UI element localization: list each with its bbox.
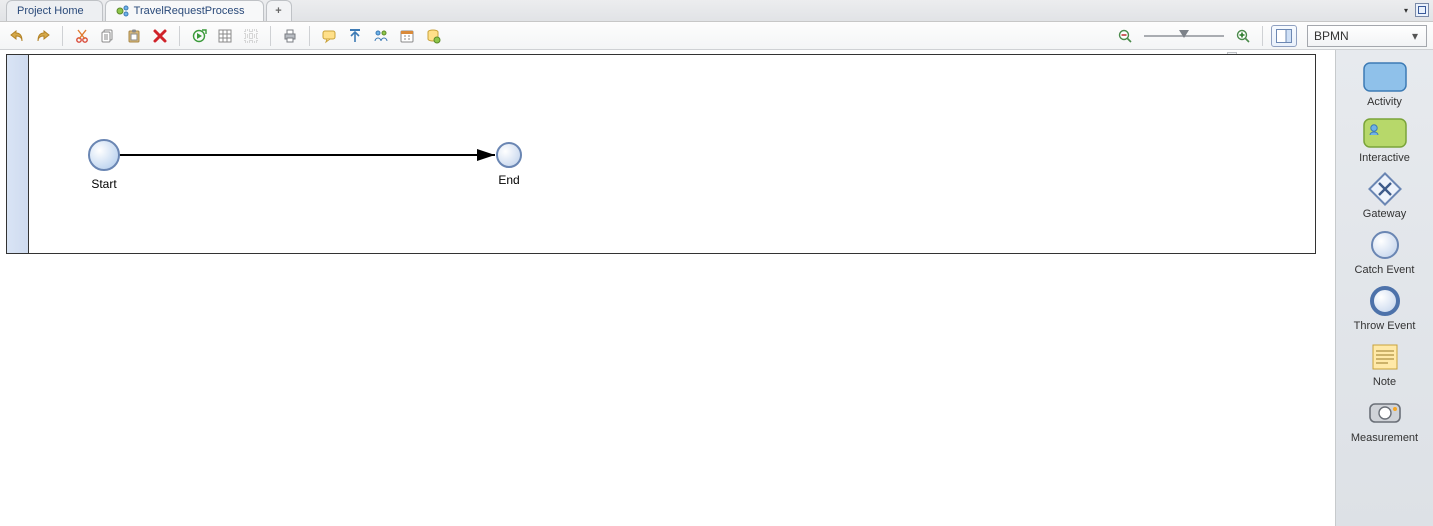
palette-activity[interactable]: Activity [1342, 56, 1428, 110]
redo-button[interactable] [32, 25, 54, 47]
cut-button[interactable] [71, 25, 93, 47]
toolbar-separator [179, 26, 180, 46]
print-button[interactable] [279, 25, 301, 47]
roles-button[interactable] [370, 25, 392, 47]
tab-label: Project Home [17, 5, 84, 17]
tab-bar: Project Home TravelRequestProcess + ▾ [0, 0, 1433, 22]
palette-interactive[interactable]: Interactive [1342, 112, 1428, 166]
palette-toggle-button[interactable] [1271, 25, 1297, 47]
palette-label: Note [1373, 376, 1396, 388]
calendar-button[interactable] [396, 25, 418, 47]
palette-gateway[interactable]: Gateway [1342, 168, 1428, 222]
copy-button[interactable] [97, 25, 119, 47]
catch-event-icon [1362, 228, 1408, 262]
palette-label: Interactive [1359, 152, 1410, 164]
main-area: ▲ [0, 50, 1433, 526]
lane-header[interactable] [7, 55, 29, 253]
paste-button[interactable] [123, 25, 145, 47]
zoom-controls [1114, 25, 1254, 47]
plus-icon: + [275, 5, 281, 17]
measurement-icon [1362, 396, 1408, 430]
palette-label: Throw Event [1354, 320, 1416, 332]
palette-note[interactable]: Note [1342, 336, 1428, 390]
toolbar: BPMN ▾ [0, 22, 1433, 50]
gateway-icon [1362, 172, 1408, 206]
zoom-slider[interactable] [1144, 33, 1224, 39]
interactive-icon [1362, 116, 1408, 150]
data-button[interactable] [422, 25, 444, 47]
maximize-icon[interactable] [1415, 3, 1429, 17]
annotation-button[interactable] [318, 25, 340, 47]
note-icon [1362, 340, 1408, 374]
toolbar-separator [1262, 26, 1263, 46]
zoom-in-button[interactable] [1232, 25, 1254, 47]
tab-project-home[interactable]: Project Home [6, 0, 103, 21]
process-lane: Start End [6, 54, 1316, 254]
delete-button[interactable] [149, 25, 171, 47]
palette-label: Catch Event [1355, 264, 1415, 276]
diagram-canvas[interactable]: ▲ [0, 50, 1335, 526]
throw-event-icon [1362, 284, 1408, 318]
palette-catch-event[interactable]: Catch Event [1342, 224, 1428, 278]
flow-svg [29, 55, 1319, 255]
palette-label: Activity [1367, 96, 1402, 108]
tab-process[interactable]: TravelRequestProcess [105, 0, 264, 21]
toolbar-separator [62, 26, 63, 46]
undo-button[interactable] [6, 25, 28, 47]
start-event-node[interactable] [89, 140, 119, 170]
activity-icon [1362, 60, 1408, 94]
notation-selected: BPMN [1314, 29, 1349, 43]
lane-body: Start End [29, 55, 1315, 253]
chevron-down-icon: ▾ [1408, 29, 1422, 43]
simulate-button[interactable] [188, 25, 210, 47]
window-controls: ▾ [1399, 3, 1429, 17]
palette-throw-event[interactable]: Throw Event [1342, 280, 1428, 334]
toolbar-separator [309, 26, 310, 46]
palette-label: Gateway [1363, 208, 1406, 220]
palette-measurement[interactable]: Measurement [1342, 392, 1428, 446]
toolbar-separator [270, 26, 271, 46]
start-event-label: Start [74, 177, 134, 191]
menu-down-icon[interactable]: ▾ [1399, 3, 1413, 17]
align-button[interactable] [240, 25, 262, 47]
notation-dropdown[interactable]: BPMN ▾ [1307, 25, 1427, 47]
zoom-out-button[interactable] [1114, 25, 1136, 47]
palette-label: Measurement [1351, 432, 1418, 444]
process-icon [116, 4, 130, 18]
tab-add[interactable]: + [266, 0, 292, 21]
palette: Activity Interactive Gateway Catch Event… [1335, 50, 1433, 526]
end-event-label: End [479, 173, 539, 187]
tab-label: TravelRequestProcess [134, 5, 245, 17]
end-event-node[interactable] [497, 143, 521, 167]
grid-button[interactable] [214, 25, 236, 47]
share-button[interactable] [344, 25, 366, 47]
